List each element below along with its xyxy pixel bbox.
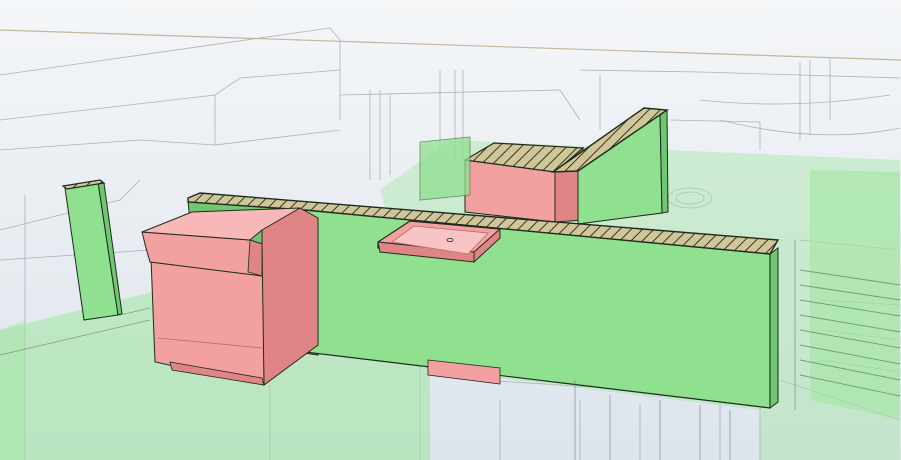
cabinet-icon[interactable] (141, 207, 319, 386)
back-block[interactable] (463, 142, 585, 223)
3d-viewport[interactable] (0, 0, 901, 460)
model-scene[interactable] (0, 0, 901, 460)
